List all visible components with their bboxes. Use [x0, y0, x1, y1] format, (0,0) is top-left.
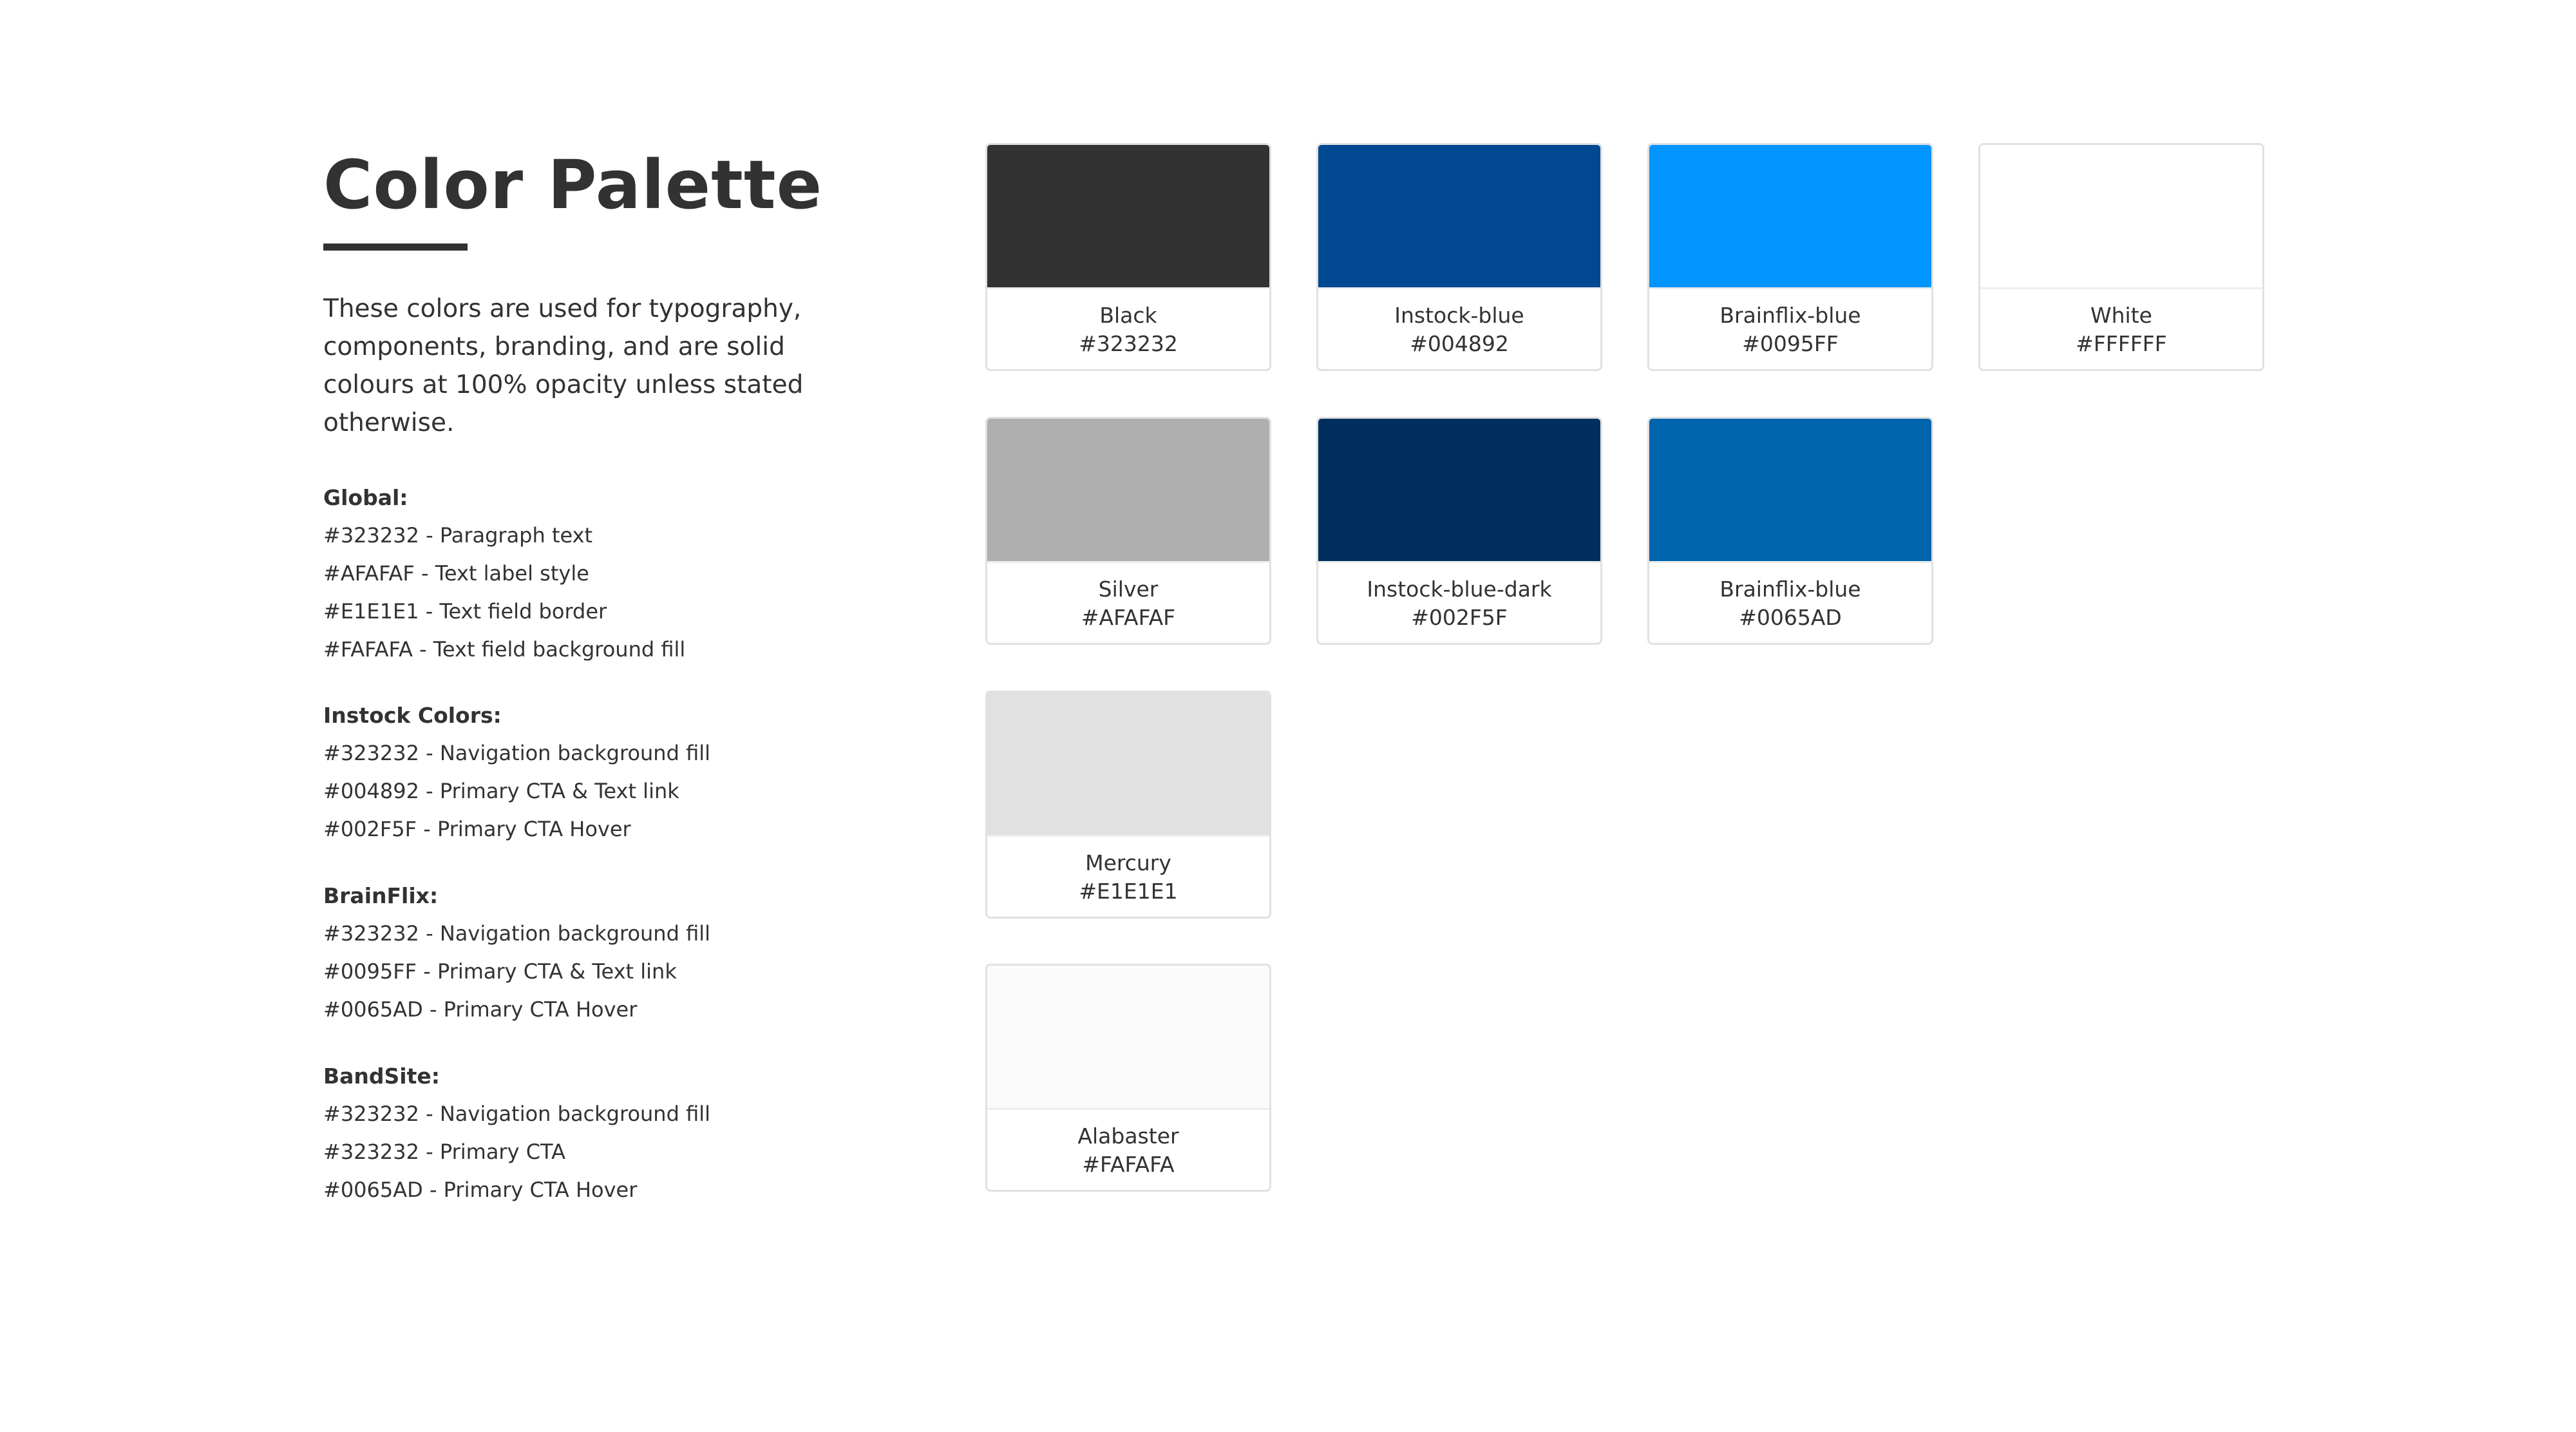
instock-color-group: Instock Colors: #323232 - Navigation bac…	[323, 702, 813, 854]
group-heading: Global:	[323, 485, 408, 510]
title-underline	[323, 243, 468, 251]
swatch-divider	[987, 287, 1269, 289]
swatch-hex: #E1E1E1	[1079, 879, 1178, 904]
swatch-name: Instock-blue	[1394, 303, 1524, 328]
bandsite-color-group: BandSite: #323232 - Navigation backgroun…	[323, 1063, 813, 1214]
swatch-color-block	[987, 966, 1269, 1108]
swatch-divider	[1318, 561, 1600, 563]
swatch-name: Mercury	[1085, 850, 1171, 875]
swatch-hex: #0065AD	[1739, 605, 1842, 630]
group-heading: BrainFlix:	[323, 883, 439, 908]
color-usage-item: #E1E1E1 - Text field border	[323, 599, 607, 624]
swatch-alabaster: Alabaster #FAFAFA	[985, 964, 1271, 1192]
swatch-hex: #0095FF	[1742, 331, 1839, 356]
brainflix-color-group: BrainFlix: #323232 - Navigation backgrou…	[323, 883, 813, 1034]
swatch-name: Brainflix-blue	[1719, 303, 1861, 328]
swatch-color-block	[987, 419, 1269, 561]
color-usage-item: #0095FF - Primary CTA & Text link	[323, 959, 677, 984]
swatch-name: White	[2090, 303, 2152, 328]
swatch-instock-blue: Instock-blue #004892	[1316, 143, 1602, 371]
swatch-name: Brainflix-blue	[1719, 577, 1861, 602]
swatch-hex: #FFFFFF	[2076, 331, 2167, 356]
swatch-hex: #002F5F	[1411, 605, 1508, 630]
swatch-hex: #FAFAFA	[1082, 1152, 1175, 1177]
swatch-divider	[987, 1108, 1269, 1110]
swatch-color-block	[1318, 419, 1600, 561]
swatch-brainflix-blue: Brainflix-blue #0095FF	[1647, 143, 1933, 371]
swatch-divider	[1649, 287, 1931, 289]
swatch-divider	[987, 561, 1269, 563]
global-color-group: Global: #323232 - Paragraph text #AFAFAF…	[323, 484, 813, 674]
swatch-divider	[1649, 561, 1931, 563]
swatch-color-block	[1318, 145, 1600, 287]
swatch-color-block	[987, 692, 1269, 835]
color-usage-item: #323232 - Navigation background fill	[323, 1102, 710, 1126]
swatch-white: White #FFFFFF	[1978, 143, 2264, 371]
color-usage-item: #004892 - Primary CTA & Text link	[323, 779, 679, 803]
swatch-color-block	[1649, 145, 1931, 287]
swatch-instock-blue-dark: Instock-blue-dark #002F5F	[1316, 417, 1602, 645]
swatch-color-block	[1649, 419, 1931, 561]
swatch-name: Instock-blue-dark	[1367, 577, 1552, 602]
color-usage-item: #002F5F - Primary CTA Hover	[323, 817, 631, 841]
color-usage-item: #AFAFAF - Text label style	[323, 561, 589, 586]
intro-paragraph: These colors are used for typography, co…	[323, 294, 804, 437]
swatch-divider	[1980, 287, 2262, 289]
color-usage-item: #323232 - Navigation background fill	[323, 741, 710, 765]
swatch-silver: Silver #AFAFAF	[985, 417, 1271, 645]
color-usage-item: #0065AD - Primary CTA Hover	[323, 1178, 638, 1202]
swatch-name: Alabaster	[1077, 1123, 1179, 1149]
color-usage-item: #323232 - Primary CTA	[323, 1140, 565, 1164]
swatch-hex: #323232	[1079, 331, 1178, 356]
group-heading: Instock Colors:	[323, 703, 502, 728]
swatch-divider	[987, 835, 1269, 837]
page-title: Color Palette	[323, 146, 823, 224]
color-usage-item: #323232 - Paragraph text	[323, 523, 593, 548]
swatch-hex: #004892	[1410, 331, 1509, 356]
color-usage-item: #FAFAFA - Text field background fill	[323, 637, 686, 662]
swatch-color-block	[987, 145, 1269, 287]
group-heading: BandSite:	[323, 1064, 440, 1089]
swatch-name: Silver	[1098, 577, 1159, 602]
swatch-name: Black	[1099, 303, 1157, 328]
swatch-hex: #AFAFAF	[1081, 605, 1176, 630]
color-usage-item: #323232 - Navigation background fill	[323, 921, 710, 946]
color-usage-item: #0065AD - Primary CTA Hover	[323, 997, 638, 1022]
swatch-divider	[1318, 287, 1600, 289]
swatch-black: Black #323232	[985, 143, 1271, 371]
swatch-color-block	[1980, 145, 2262, 287]
swatch-brainflix-blue-dark: Brainflix-blue #0065AD	[1647, 417, 1933, 645]
swatch-mercury: Mercury #E1E1E1	[985, 691, 1271, 919]
